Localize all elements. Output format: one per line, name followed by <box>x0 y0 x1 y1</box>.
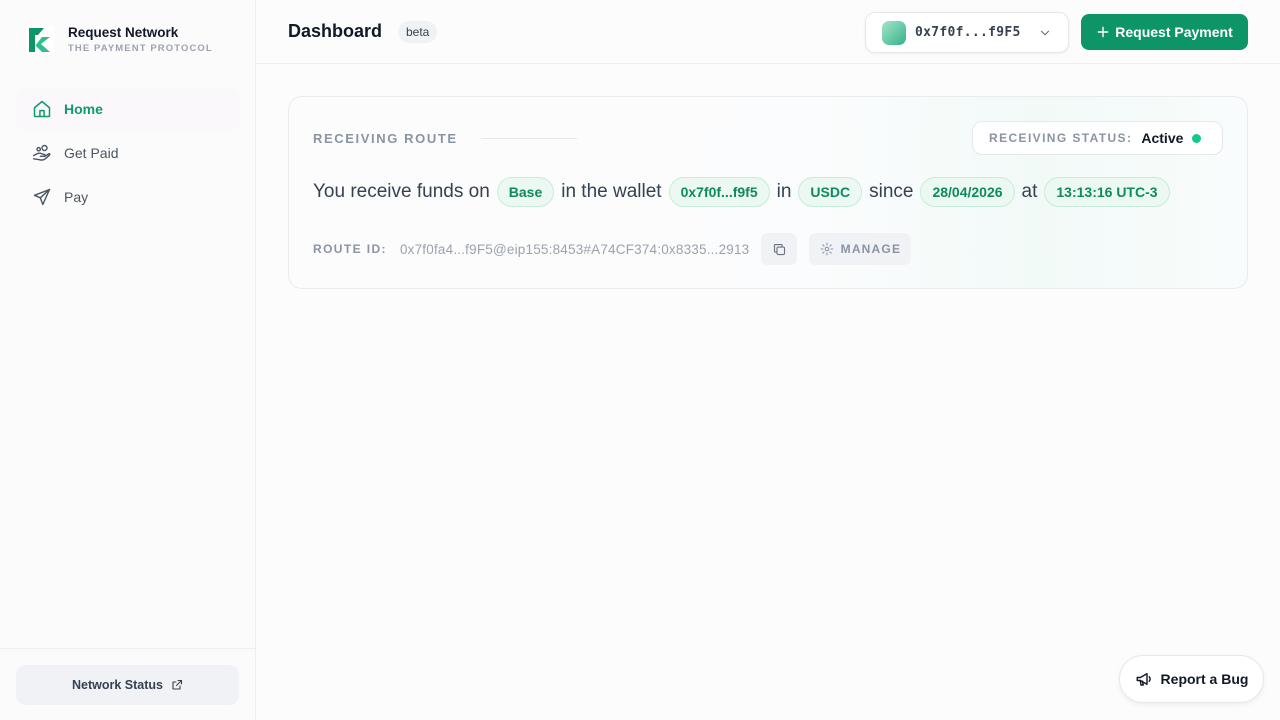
chevron-down-icon <box>1040 30 1050 36</box>
wallet-address: 0x7f0f...f9F5 <box>915 25 1021 40</box>
status-indicator-dot <box>1192 133 1202 143</box>
plus-icon <box>1097 26 1109 38</box>
top-header: Dashboard beta 0x7f0f...f9F5 Request Pay… <box>256 0 1280 64</box>
sidebar-footer: Network Status <box>0 648 255 720</box>
beta-badge: beta <box>398 21 438 43</box>
currency-chip: USDC <box>798 177 863 207</box>
network-status-label: Network Status <box>72 678 163 692</box>
request-payment-button[interactable]: Request Payment <box>1081 14 1248 50</box>
send-icon <box>32 187 52 207</box>
report-bug-label: Report a Bug <box>1160 671 1249 687</box>
summary-text: since <box>869 181 914 202</box>
summary-text: at <box>1021 181 1038 202</box>
sidebar-item-label: Pay <box>64 189 89 205</box>
report-bug-button[interactable]: Report a Bug <box>1119 655 1264 703</box>
sidebar-item-home[interactable]: Home <box>16 87 240 131</box>
route-id-value: 0x7f0fa4...f9F5@eip155:8453#A74CF374:0x8… <box>399 241 750 257</box>
route-id-row: ROUTE ID: 0x7f0fa4...f9F5@eip155:8453#A7… <box>313 233 912 265</box>
copy-icon <box>773 243 785 255</box>
summary-text: You receive funds on <box>313 181 490 202</box>
gear-icon <box>820 242 833 256</box>
route-summary: You receive funds on Base in the wallet … <box>313 176 1177 208</box>
network-chip: Base <box>496 177 555 207</box>
summary-text: in the wallet <box>561 181 662 202</box>
time-chip: 13:13:16 UTC-3 <box>1044 177 1170 207</box>
date-chip: 28/04/2026 <box>920 177 1015 207</box>
sidebar-item-label: Home <box>64 101 103 117</box>
brand-name: Request Network <box>68 25 179 40</box>
brand[interactable]: Request Network THE PAYMENT PROTOCOL <box>26 26 213 54</box>
wallet-chip: 0x7f0f...f9f5 <box>668 177 770 207</box>
receiving-status-pill: RECEIVING STATUS: Active <box>972 121 1223 155</box>
sidebar-item-pay[interactable]: Pay <box>16 175 240 219</box>
page-title: Dashboard <box>288 21 383 41</box>
receiving-route-card: RECEIVING ROUTE RECEIVING STATUS: Active… <box>288 96 1248 289</box>
status-value: Active <box>1141 130 1184 146</box>
wallet-selector[interactable]: 0x7f0f...f9F5 <box>865 12 1069 53</box>
sidebar-item-label: Get Paid <box>64 145 119 161</box>
section-divider <box>481 138 577 139</box>
manage-label: MANAGE <box>840 242 902 256</box>
wallet-avatar <box>882 20 906 45</box>
request-network-logo <box>26 26 54 54</box>
summary-text: in <box>776 181 792 202</box>
copy-route-id-button[interactable] <box>761 233 798 265</box>
request-payment-label: Request Payment <box>1115 24 1233 40</box>
status-label: RECEIVING STATUS: <box>989 131 1133 145</box>
sidebar-nav: Home Get Paid Pay <box>16 87 240 219</box>
route-id-label: ROUTE ID: <box>313 242 387 256</box>
manage-button[interactable]: MANAGE <box>809 233 912 265</box>
section-title: RECEIVING ROUTE <box>313 131 458 146</box>
hand-coins-icon <box>32 143 52 163</box>
sidebar-item-get-paid[interactable]: Get Paid <box>16 131 240 175</box>
network-status-button[interactable]: Network Status <box>16 665 239 705</box>
sidebar: Request Network THE PAYMENT PROTOCOL Hom… <box>0 0 256 720</box>
brand-tagline: THE PAYMENT PROTOCOL <box>68 43 213 54</box>
megaphone-icon <box>1136 673 1151 686</box>
home-icon <box>32 99 52 119</box>
external-link-icon <box>172 679 183 690</box>
